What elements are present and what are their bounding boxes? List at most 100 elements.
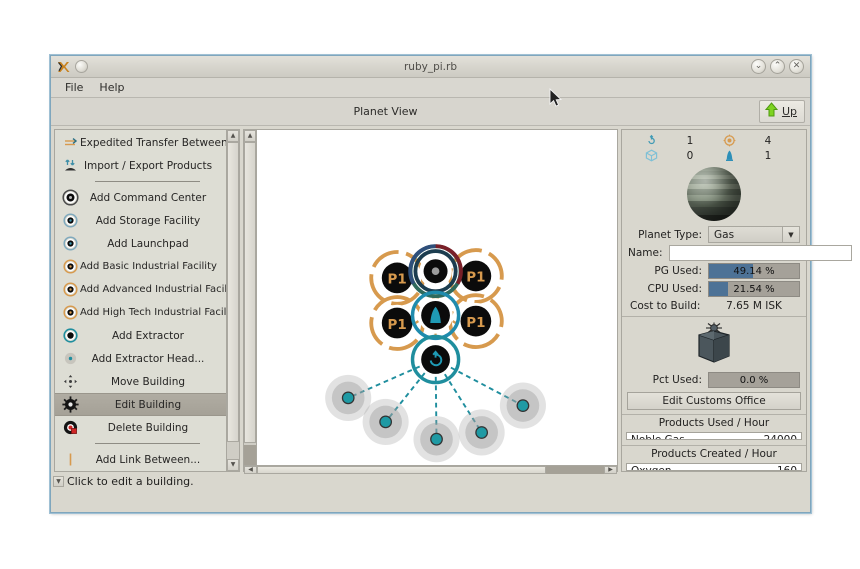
launchpad-icon — [61, 234, 80, 253]
sidebar-item-add-basic-industrial-facility[interactable]: Add Basic Industrial Facility — [55, 255, 226, 278]
canvas-vscroll-track[interactable] — [244, 142, 256, 465]
maximize-button[interactable]: ⌃ — [770, 59, 785, 74]
sidebar-item-label: Import / Export Products — [80, 160, 226, 172]
up-button[interactable]: Up — [759, 100, 805, 123]
customs-office-icon — [691, 322, 737, 369]
cost-to-build-row: Cost to Build: 7.65 M ISK — [622, 299, 806, 315]
info-panel: 1 4 — [621, 129, 807, 472]
sidebar-item-edit-building[interactable]: Edit Building — [55, 393, 226, 416]
sidebar-scroll-down-button[interactable]: ▼ — [227, 459, 239, 471]
svg-text:P1: P1 — [466, 271, 485, 286]
planet-canvas[interactable]: P1 P1 — [257, 130, 617, 465]
sidebar-divider-1 — [95, 181, 200, 182]
edit-building-icon — [61, 395, 80, 414]
sidebar-item-label: Edit Building — [80, 399, 226, 411]
storage-facility-icon — [61, 211, 80, 230]
extractor-head[interactable] — [413, 416, 459, 462]
extractor-head[interactable] — [363, 399, 409, 445]
launchpad-node[interactable] — [413, 292, 459, 338]
sidebar-item-label: Add Storage Facility — [80, 215, 226, 227]
menu-bar: File Help — [51, 78, 810, 98]
planet-type-select[interactable]: Gas ▼ — [708, 226, 800, 243]
planet-type-value: Gas — [714, 229, 734, 241]
sidebar-item-add-extractor-head[interactable]: Add Extractor Head... — [55, 347, 226, 370]
sidebar-item-expedited-transfer[interactable]: Expedited Transfer Between... — [55, 131, 226, 154]
customs-office-image-wrap — [622, 317, 806, 372]
sidebar-scroll-up-button[interactable]: ▲ — [227, 130, 239, 142]
canvas-hscroll-thumb[interactable] — [257, 466, 546, 474]
planet-diagram[interactable]: P1 P1 — [257, 130, 617, 465]
pg-used-progress: 49.14 % — [708, 263, 800, 279]
chevron-down-icon[interactable]: ▼ — [782, 227, 799, 242]
command-center-count: 1 — [744, 150, 792, 162]
sidebar-scroll-thumb[interactable] — [227, 142, 239, 442]
name-input[interactable] — [669, 245, 852, 261]
canvas-vscroll-lower[interactable] — [244, 445, 256, 465]
menu-file[interactable]: File — [57, 79, 91, 96]
sidebar-divider-2 — [95, 443, 200, 444]
canvas-vscrollbar[interactable]: ▲ — [244, 130, 257, 465]
extractor-head[interactable] — [500, 383, 546, 429]
delete-building-icon — [61, 418, 80, 437]
sidebar-item-move-building[interactable]: Move Building — [55, 370, 226, 393]
sidebar-item-import-export[interactable]: Import / Export Products — [55, 154, 226, 177]
sidebar-item-add-storage-facility[interactable]: Add Storage Facility — [55, 209, 226, 232]
sidebar-item-add-command-center[interactable]: Add Command Center — [55, 186, 226, 209]
products-created-title: Products Created / Hour — [622, 446, 806, 463]
canvas-hscroll-track[interactable] — [257, 466, 604, 474]
pg-used-label: PG Used: — [628, 265, 708, 277]
product-name: Oxygen — [631, 465, 671, 471]
sidebar-item-add-extractor[interactable]: Add Extractor — [55, 324, 226, 347]
canvas-hscrollbar[interactable]: ◀ ▶ — [244, 465, 617, 474]
products-used-list[interactable]: Noble Gas 24000 — [626, 432, 802, 440]
sidebar-item-label: Expedited Transfer Between... — [80, 137, 226, 149]
planet-image-wrap — [622, 164, 806, 226]
tool-list: Expedited Transfer Between... Import / E… — [55, 130, 226, 471]
expedited-transfer-icon — [61, 133, 80, 152]
sidebar-item-add-high-tech-industrial-facility[interactable]: Add High Tech Industrial Facility — [55, 301, 226, 324]
list-item[interactable]: Noble Gas 24000 — [627, 433, 801, 440]
products-created-list[interactable]: Oxygen 160 — [626, 463, 802, 471]
tool-sidebar: Expedited Transfer Between... Import / E… — [54, 129, 240, 472]
pg-used-value: 49.14 % — [733, 266, 774, 277]
application-window: ruby_pi.rb ⌄ ⌃ ✕ File Help Planet View U… — [50, 55, 811, 513]
sidebar-scrollbar[interactable]: ▲ ▼ — [226, 130, 239, 471]
cpu-used-row: CPU Used: 21.54 % — [622, 281, 806, 299]
sidebar-item-add-launchpad[interactable]: Add Launchpad — [55, 232, 226, 255]
status-dropdown-icon[interactable]: ▼ — [53, 476, 64, 487]
edit-customs-office-button[interactable]: Edit Customs Office — [627, 392, 801, 410]
list-item[interactable]: Oxygen 160 — [627, 464, 801, 471]
extractor-head[interactable] — [459, 409, 505, 455]
sidebar-scroll-track[interactable] — [227, 142, 239, 459]
storage-stat-icon — [636, 149, 666, 162]
extractor-node[interactable] — [413, 336, 459, 382]
canvas-scroll-up-button[interactable]: ▲ — [244, 130, 256, 142]
pct-used-value: 0.0 % — [740, 375, 769, 386]
view-header: Planet View Up — [51, 98, 810, 126]
name-row: Name: — [622, 245, 806, 263]
storage-count: 0 — [666, 150, 714, 162]
main-body: Expedited Transfer Between... Import / E… — [51, 126, 810, 472]
planet-type-label: Planet Type: — [628, 229, 708, 241]
canvas-scroll-left-button[interactable]: ◀ — [244, 466, 257, 474]
canvas-hscroll-right-region[interactable] — [546, 466, 604, 474]
menu-help[interactable]: Help — [91, 79, 132, 96]
sidebar-item-label: Add Basic Industrial Facility — [80, 261, 226, 272]
close-button[interactable]: ✕ — [789, 59, 804, 74]
minimize-icon: ⌄ — [755, 62, 763, 71]
sidebar-item-label: Add Link Between... — [80, 454, 226, 466]
sidebar-item-label: Add Advanced Industrial Facility — [80, 284, 226, 295]
sidebar-item-add-advanced-industrial-facility[interactable]: Add Advanced Industrial Facility — [55, 278, 226, 301]
sidebar-item-label: Add Extractor — [80, 330, 226, 342]
canvas-scroll-right-button[interactable]: ▶ — [604, 466, 617, 474]
sidebar-item-add-link-between[interactable]: Add Link Between... — [55, 448, 226, 471]
minimize-button[interactable]: ⌄ — [751, 59, 766, 74]
pct-used-label: Pct Used: — [628, 374, 708, 386]
command-center-node[interactable] — [410, 246, 461, 296]
product-qty: 24000 — [764, 434, 797, 440]
sidebar-item-delete-building[interactable]: Delete Building — [55, 416, 226, 439]
canvas-vscroll-thumb[interactable] — [244, 142, 256, 443]
name-label: Name: — [628, 247, 669, 259]
up-button-label: Up — [782, 105, 797, 118]
app-icon — [56, 60, 72, 74]
